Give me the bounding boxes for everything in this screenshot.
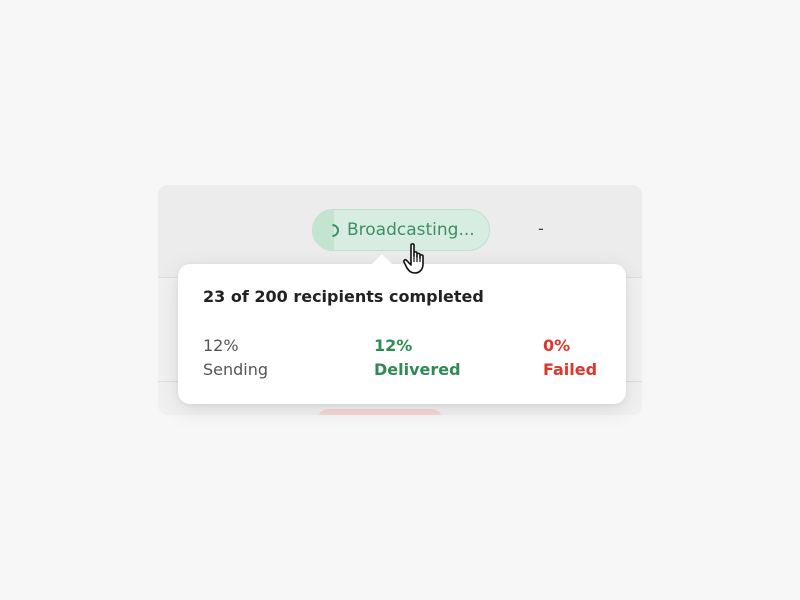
row-trailing-value: - — [538, 219, 544, 238]
hand-pointer-cursor-icon — [403, 243, 424, 274]
stat-sending: 12% Sending — [203, 334, 268, 382]
broadcasting-status-badge[interactable]: Broadcasting... — [312, 209, 490, 251]
screen: Broadcasting... - 23 of 200 recipients c… — [0, 0, 800, 600]
stat-failed-value: 0% — [543, 336, 571, 355]
stat-delivered-label: Delivered — [374, 360, 461, 379]
stat-sending-label: Sending — [203, 360, 269, 379]
tooltip-title: 23 of 200 recipients completed — [203, 287, 484, 306]
status-label: Broadcasting... — [347, 220, 475, 240]
stat-failed: 0% Failed — [543, 334, 597, 382]
tooltip-arrow — [371, 254, 393, 265]
stat-delivered-value: 12% — [374, 336, 413, 355]
progress-tooltip: 23 of 200 recipients completed 12% Sendi… — [178, 254, 626, 404]
stat-delivered: 12% Delivered — [374, 334, 461, 382]
stat-failed-label: Failed — [543, 360, 598, 379]
failed-status-badge[interactable] — [318, 409, 442, 415]
stat-sending-value: 12% — [203, 336, 239, 355]
